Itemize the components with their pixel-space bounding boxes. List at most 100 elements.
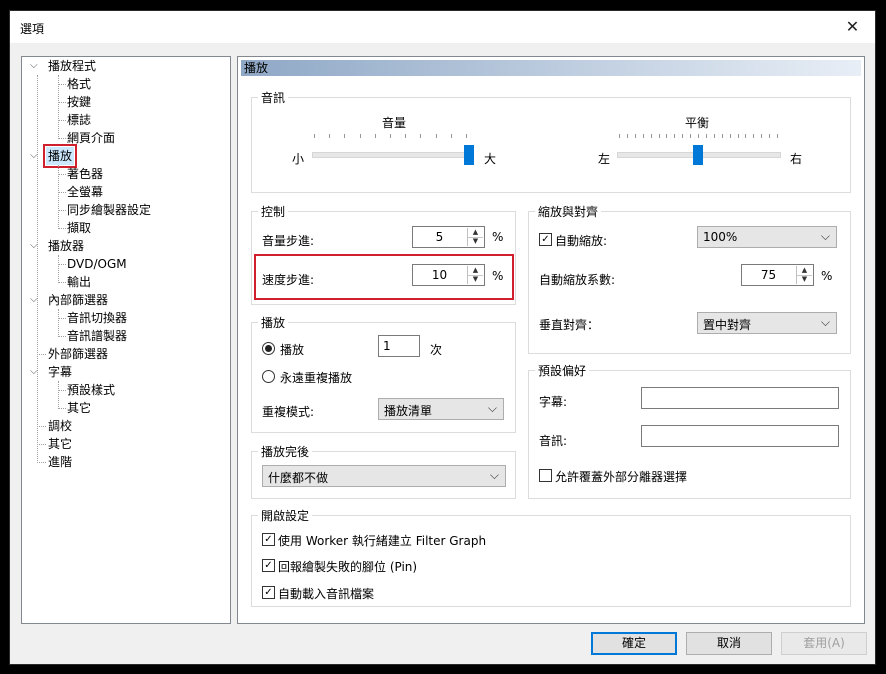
balance-label: 平衡 [685,116,710,130]
options-dialog: 選項 ✕ ⌵ 播放程式 格式 按鍵 標誌 網頁介面 ⌵ 播放 著色器 全螢幕 同… [9,10,876,665]
volume-slider[interactable] [312,152,474,158]
slider-tick [722,134,723,138]
tree-item-web-interface[interactable]: 網頁介面 [67,129,115,147]
tree-item-subtitle-misc[interactable]: 其它 [67,399,91,417]
chevron-down-icon[interactable]: ⌵ [30,241,40,251]
audio-group-title: 音訊 [258,89,289,106]
tree-item-sync-renderer[interactable]: 同步繪製器設定 [67,201,151,219]
chevron-down-icon[interactable]: ⌵ [30,151,40,161]
auto-zoom-factor-stepper[interactable]: 75 ▲ ▼ [741,264,814,286]
repeat-forever-radio[interactable] [262,370,275,383]
slider-tick [360,134,361,138]
volume-slider-thumb[interactable] [464,145,474,165]
preferences-group-title: 預設偏好 [535,362,590,379]
zoom-group: 縮放與對齊 ✓ 自動縮放: 100% ⌵ 自動縮放系數: 75 ▲ ▼ % 垂直對… [528,203,851,354]
report-pin-checkbox[interactable]: ✓ [262,559,275,572]
worker-thread-label: 使用 Worker 執行緒建立 Filter Graph [278,534,487,548]
tree-item-shaders[interactable]: 著色器 [67,165,103,183]
apply-button[interactable]: 套用(A) [781,632,867,655]
tree-item-output[interactable]: 輸出 [67,273,91,291]
open-settings-group-title: 開啟設定 [258,507,313,524]
spin-down-icon[interactable]: ▼ [468,237,483,246]
speed-step-stepper[interactable]: 10 ▲ ▼ [412,264,485,286]
auto-load-audio-checkbox[interactable]: ✓ [262,586,275,599]
auto-zoom-select[interactable]: 100% ⌵ [697,226,837,248]
slider-tick [375,134,376,138]
tree-item-fullscreen[interactable]: 全螢幕 [67,183,103,201]
tree-item-dvd-ogm[interactable]: DVD/OGM [67,255,127,273]
repeat-mode-select[interactable]: 播放清單 ⌵ [378,398,504,420]
balance-min-label: 左 [598,152,611,166]
report-pin-label: 回報繪製失敗的腳位 (Pin) [278,560,418,574]
play-count-radio[interactable] [262,342,275,355]
tree-item-audio-renderer[interactable]: 音訊譜製器 [67,327,127,345]
auto-zoom-factor-value[interactable]: 75 [742,268,795,282]
speed-step-unit: % [492,269,504,283]
tree-item-playback[interactable]: 播放 [42,144,78,168]
audio-pref-label: 音訊: [539,434,568,448]
chevron-down-icon[interactable]: ⌵ [30,61,40,71]
audio-pref-field[interactable] [641,425,839,447]
chevron-down-icon[interactable]: ⌵ [30,295,40,305]
slider-tick [329,134,330,138]
tree-item-player-program[interactable]: 播放程式 [48,57,96,75]
slider-tick [627,134,628,138]
slider-tick [706,134,707,138]
slider-tick [451,134,452,138]
tree-item-logo[interactable]: 標誌 [67,111,91,129]
ok-button[interactable]: 確定 [591,632,677,655]
auto-load-audio-label: 自動載入音訊檔案 [278,587,375,601]
override-splitter-checkbox[interactable] [539,469,552,482]
volume-step-value[interactable]: 5 [413,230,466,244]
auto-zoom-label: 自動縮放: [555,234,608,248]
volume-step-unit: % [492,230,504,244]
playback-group: 播放 播放 1 次 永遠重複播放 重複模式: 播放清單 ⌵ [251,314,516,433]
speed-step-value[interactable]: 10 [413,268,466,282]
volume-max-label: 大 [484,152,497,166]
subtitle-pref-field[interactable] [641,387,839,409]
close-icon[interactable]: ✕ [830,11,875,43]
open-settings-group: 開啟設定 ✓ 使用 Worker 執行緒建立 Filter Graph ✓ 回報… [251,507,851,607]
control-group-title: 控制 [258,203,289,220]
tree-item-external-filters[interactable]: 外部篩選器 [48,345,108,363]
spin-down-icon[interactable]: ▼ [797,275,812,284]
tree-item-misc[interactable]: 其它 [48,435,72,453]
after-playback-value: 什麼都不做 [268,471,329,485]
vertical-align-select[interactable]: 置中對齊 ⌵ [697,312,837,334]
balance-slider-thumb[interactable] [693,145,703,165]
tree-item-keys[interactable]: 按鍵 [67,93,91,111]
tree-item-audio-switcher[interactable]: 音訊切換器 [67,309,127,327]
tree-item-capture[interactable]: 擷取 [67,219,91,237]
tree-item-player[interactable]: 播放器 [48,237,84,255]
volume-step-label: 音量步進: [262,234,315,248]
slider-tick [730,134,731,138]
slider-tick [436,134,437,138]
volume-label: 音量 [382,116,407,130]
options-tree[interactable]: ⌵ 播放程式 格式 按鍵 標誌 網頁介面 ⌵ 播放 著色器 全螢幕 同步繪製器設… [21,56,231,624]
play-count-value[interactable]: 1 [383,339,391,353]
play-count-field[interactable]: 1 [378,335,420,357]
cancel-button[interactable]: 取消 [686,632,772,655]
window-title: 選項 [20,22,45,36]
vertical-align-label: 垂直對齊： [539,318,600,332]
tree-item-subtitles[interactable]: 字幕 [48,363,72,381]
slider-tick [714,134,715,138]
volume-step-stepper[interactable]: 5 ▲ ▼ [412,226,485,248]
after-playback-select[interactable]: 什麼都不做 ⌵ [262,465,506,487]
worker-thread-checkbox[interactable]: ✓ [262,533,275,546]
subtitle-pref-label: 字幕: [539,395,568,409]
slider-tick [390,134,391,138]
override-splitter-label: 允許覆蓋外部分離器選擇 [555,470,688,484]
repeat-forever-label: 永遠重複播放 [280,371,353,385]
tree-item-tweaks[interactable]: 調校 [48,417,72,435]
repeat-mode-label: 重複模式: [262,405,315,419]
tree-item-internal-filters[interactable]: 內部篩選器 [48,291,108,309]
chevron-down-icon[interactable]: ⌵ [30,367,40,377]
tree-item-default-style[interactable]: 預設樣式 [67,381,115,399]
spin-down-icon[interactable]: ▼ [468,275,483,284]
slider-tick [738,134,739,138]
auto-zoom-checkbox[interactable]: ✓ [539,233,552,246]
tree-item-format[interactable]: 格式 [67,75,91,93]
after-playback-group: 播放完後 什麼都不做 ⌵ [251,443,516,499]
tree-item-advanced[interactable]: 進階 [48,453,72,471]
